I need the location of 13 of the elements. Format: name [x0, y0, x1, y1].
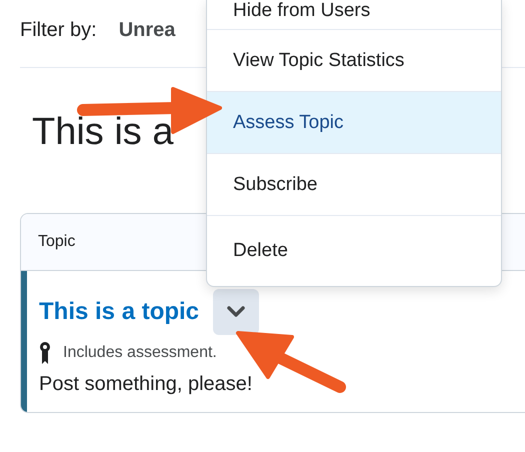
dropdown-button[interactable]	[213, 289, 260, 335]
topic-link[interactable]: This is a topic	[39, 298, 200, 326]
menu-item[interactable]: Assess Topic	[207, 91, 501, 153]
menu-item[interactable]: Delete	[207, 215, 501, 286]
filter-option[interactable]: Unrea	[118, 18, 176, 42]
menu-item[interactable]: Subscribe	[207, 153, 501, 215]
assessment-note: Includes assessment.	[63, 344, 217, 362]
chevron-down-icon	[227, 306, 246, 318]
filter-label: Filter by:	[20, 18, 97, 42]
topic-description: Post something, please!	[39, 373, 254, 396]
award-ribbon-icon	[39, 341, 51, 365]
page-heading: This is a	[32, 111, 174, 155]
menu-item[interactable]: Hide from Users	[207, 0, 501, 29]
